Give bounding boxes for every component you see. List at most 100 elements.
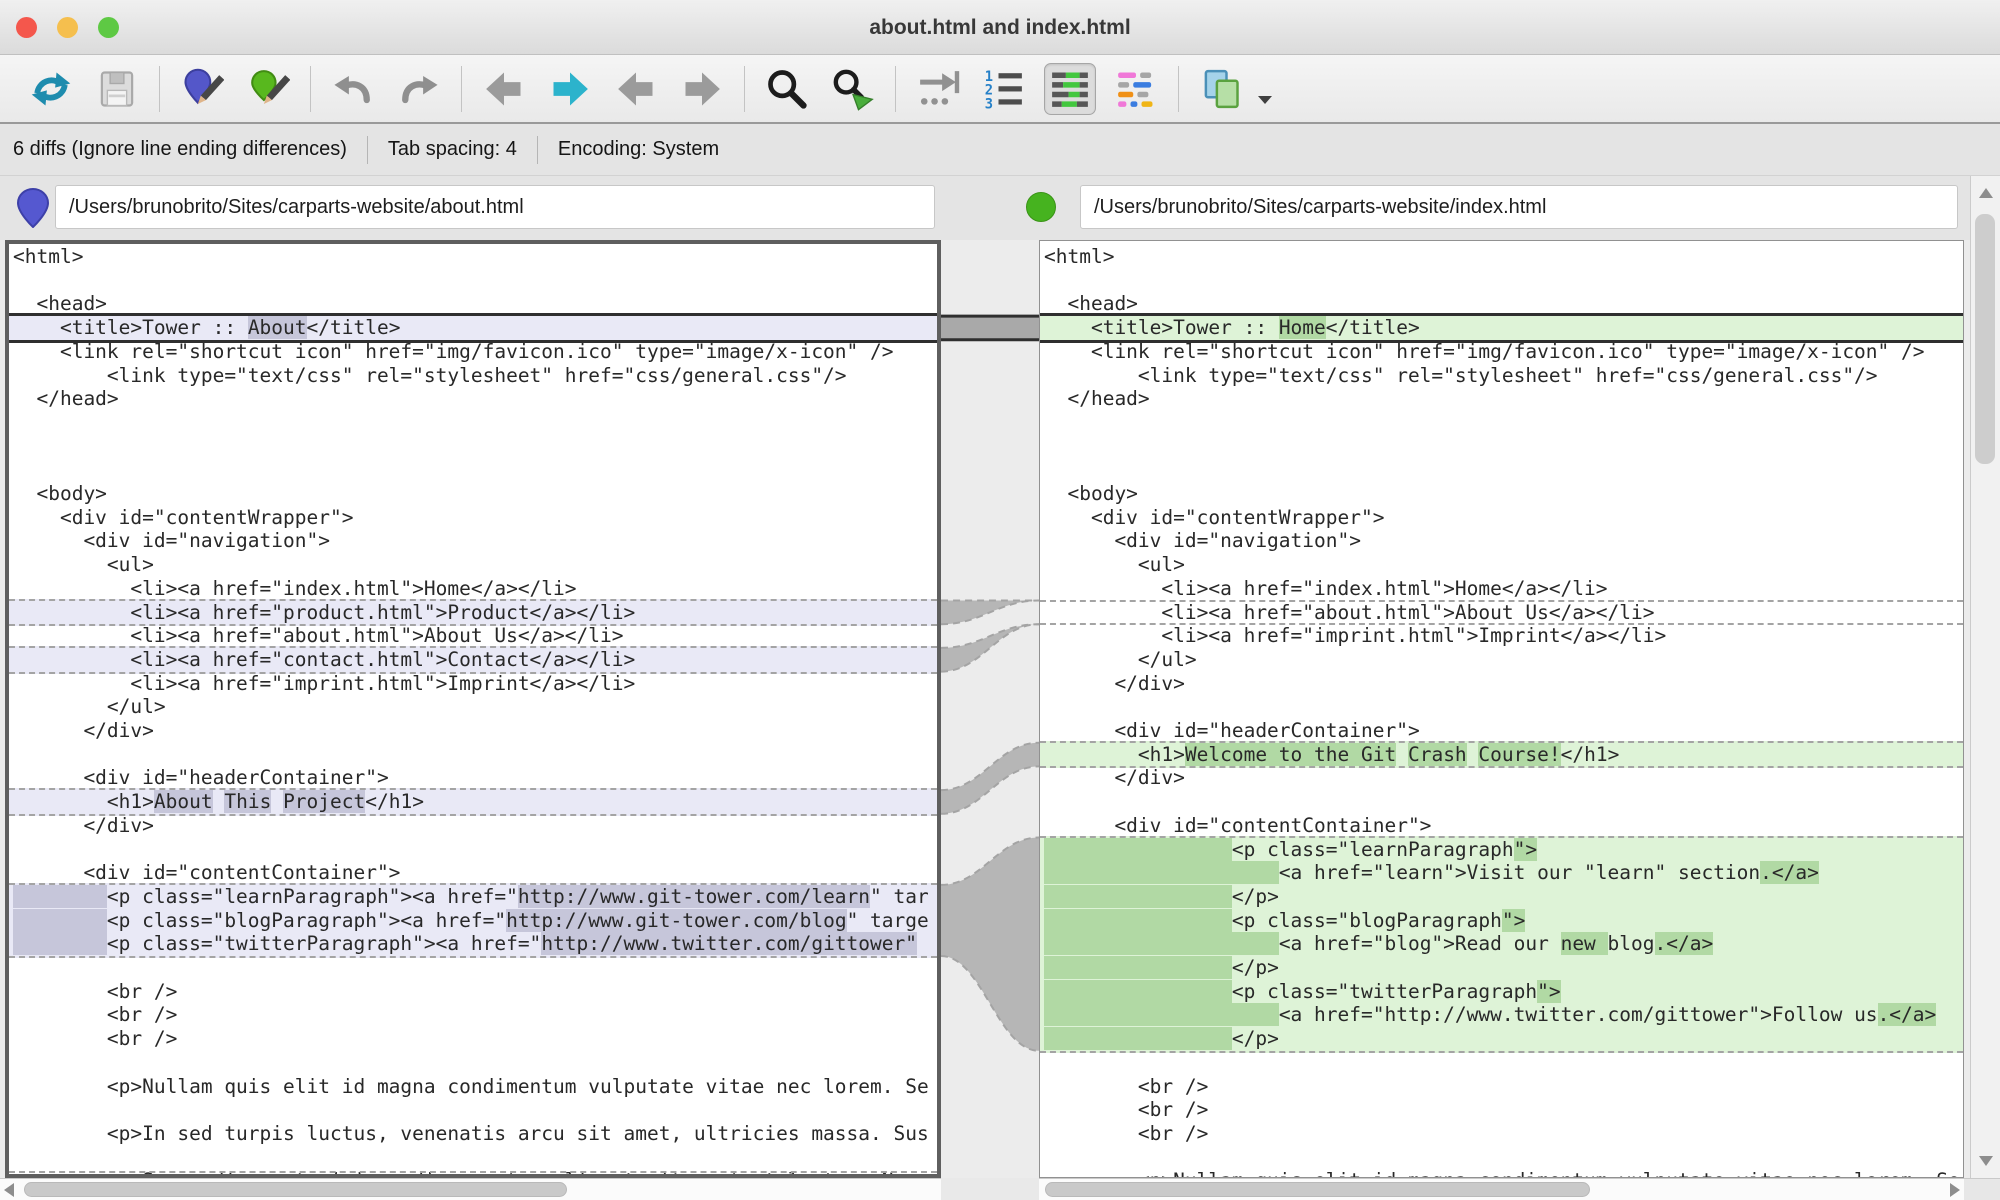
code-line: <p class="twitterParagraph"><a href="htt… [13, 932, 937, 956]
save-icon[interactable] [91, 63, 143, 115]
code-line: <br /> [1044, 1075, 1963, 1099]
code-line [1044, 269, 1963, 293]
window-title: about.html and index.html [0, 0, 2000, 55]
code-line: </div> [1044, 766, 1963, 790]
code-line: <div id="contentWrapper"> [1044, 506, 1963, 530]
code-line: <li><a href="about.html">About Us</a></l… [1044, 601, 1963, 625]
code-line: <h1>About This Project</h1> [13, 790, 937, 814]
arrow-left-icon [482, 67, 526, 111]
left-horizontal-scrollbar[interactable] [0, 1178, 941, 1200]
code-line: <a href="blog">Read our new blog.</a> [1044, 932, 1963, 956]
code-line: <li><a href="index.html">Home</a></li> [1044, 577, 1963, 601]
code-line: <body> [1044, 482, 1963, 506]
title-bar: about.html and index.html [0, 0, 2000, 55]
find-next-icon[interactable] [827, 63, 879, 115]
diff-count-label: 6 diffs (Ignore line ending differences) [0, 138, 367, 161]
status-bar: 6 diffs (Ignore line ending differences)… [0, 124, 2000, 176]
code-line [1044, 1146, 1963, 1170]
left-hscroll-thumb[interactable] [24, 1182, 567, 1197]
code-line: <div id="navigation"> [1044, 529, 1963, 553]
scroll-left-arrow-icon[interactable] [4, 1183, 14, 1197]
search-icon [765, 67, 809, 111]
code-line [13, 743, 937, 767]
file-path-bar: /Users/brunobrito/Sites/carparts-website… [0, 176, 2000, 240]
code-line: <link rel="shortcut icon" href="img/favi… [1044, 340, 1963, 364]
toolbar-separator [744, 66, 745, 112]
toolbar-separator [310, 66, 311, 112]
copy-pages-icon [1199, 67, 1243, 111]
left-code-pane[interactable]: <html> <head> <title>Tower :: About</tit… [5, 240, 941, 1178]
right-hscroll-thumb[interactable] [1045, 1182, 1590, 1197]
scroll-right-arrow-icon[interactable] [1950, 1183, 1960, 1197]
tab-spacing-label[interactable]: Tab spacing: 4 [368, 138, 537, 161]
code-line: <p class="blogParagraph"> [1044, 909, 1963, 933]
previous-change-icon[interactable] [478, 63, 530, 115]
redo-icon[interactable] [393, 63, 445, 115]
mark-changes-right-icon[interactable] [242, 63, 294, 115]
code-line: <div id="headerContainer"> [1044, 719, 1963, 743]
code-line: <p>Nullam quis elit id magna condimentum… [13, 1075, 937, 1099]
toolbar-separator [461, 66, 462, 112]
code-line: <div id="contentContainer"> [1044, 814, 1963, 838]
line-numbers-icon[interactable]: 1 2 3 [978, 63, 1030, 115]
code-line: <br /> [1044, 1122, 1963, 1146]
copy-file-icon[interactable] [1195, 63, 1247, 115]
undo-icon[interactable] [327, 63, 379, 115]
code-line: <li><a href="contact.html">Contact</a></… [13, 648, 937, 672]
code-line: </p> [1044, 885, 1963, 909]
next-diff-marker [9, 1171, 937, 1173]
find-icon[interactable] [761, 63, 813, 115]
code-line: <a href="learn">Visit our "learn" sectio… [1044, 861, 1963, 885]
code-line [13, 1098, 937, 1122]
right-code-pane[interactable]: <html> <head> <title>Tower :: Home</titl… [1039, 240, 1964, 1178]
code-line [13, 458, 937, 482]
diff-tool-window: about.html and index.html [0, 0, 2000, 1200]
green-circle-icon [1026, 192, 1056, 222]
go-to-line-icon[interactable] [912, 63, 964, 115]
right-horizontal-scrollbar[interactable] [1039, 1178, 1964, 1200]
code-line: </ul> [1044, 648, 1963, 672]
green-pin-pencil-icon [246, 67, 290, 111]
code-line [13, 1051, 937, 1075]
horizontal-scrollbar-row [0, 1178, 2000, 1200]
code-line: <ul> [1044, 553, 1963, 577]
insertion-marker [1040, 600, 1963, 602]
push-right-icon[interactable] [676, 63, 728, 115]
vertical-scrollbar-thumb[interactable] [1975, 214, 1995, 464]
undo-icon [331, 67, 375, 111]
code-line [1044, 435, 1963, 459]
code-line: </p> [1044, 1027, 1963, 1051]
vertical-scrollbar[interactable] [1970, 176, 2000, 1178]
search-next-icon [831, 67, 875, 111]
toolbar: 1 2 3 [0, 55, 2000, 124]
scroll-up-arrow-icon[interactable] [1979, 188, 1993, 198]
refresh-icon[interactable] [25, 63, 77, 115]
code-line [1044, 458, 1963, 482]
code-line: <link rel="shortcut icon" href="img/favi… [13, 340, 937, 364]
highlight-changes-icon[interactable] [1044, 63, 1096, 115]
code-line: <body> [13, 482, 937, 506]
arrow-left-icon [614, 67, 658, 111]
code-line [1044, 695, 1963, 719]
mark-changes-left-icon[interactable] [176, 63, 228, 115]
code-line: <br /> [13, 980, 937, 1004]
copy-dropdown-arrow[interactable] [1258, 96, 1272, 104]
code-line: <link type="text/css" rel="stylesheet" h… [13, 364, 937, 388]
right-file-path-field[interactable]: /Users/brunobrito/Sites/carparts-website… [1080, 185, 1958, 229]
next-change-icon[interactable] [544, 63, 596, 115]
scrollbar-corner [1964, 1178, 2000, 1200]
syntax-highlight-icon[interactable] [1110, 63, 1162, 115]
code-line: <br /> [13, 1027, 937, 1051]
diff-connector [941, 316, 1039, 340]
code-line: <h1>Welcome to the Git Crash Course!</h1… [1044, 743, 1963, 767]
code-line: <a href="http://www.twitter.com/gittower… [1044, 1003, 1963, 1027]
code-line [1044, 790, 1963, 814]
code-line [13, 411, 937, 435]
left-file-path-field[interactable]: /Users/brunobrito/Sites/carparts-website… [55, 185, 935, 229]
diff-area: <html> <head> <title>Tower :: About</tit… [0, 240, 2000, 1178]
code-line: </head> [1044, 387, 1963, 411]
scroll-down-arrow-icon[interactable] [1979, 1156, 1993, 1166]
encoding-label[interactable]: Encoding: System [538, 138, 739, 161]
push-left-icon[interactable] [610, 63, 662, 115]
code-line: </div> [1044, 672, 1963, 696]
